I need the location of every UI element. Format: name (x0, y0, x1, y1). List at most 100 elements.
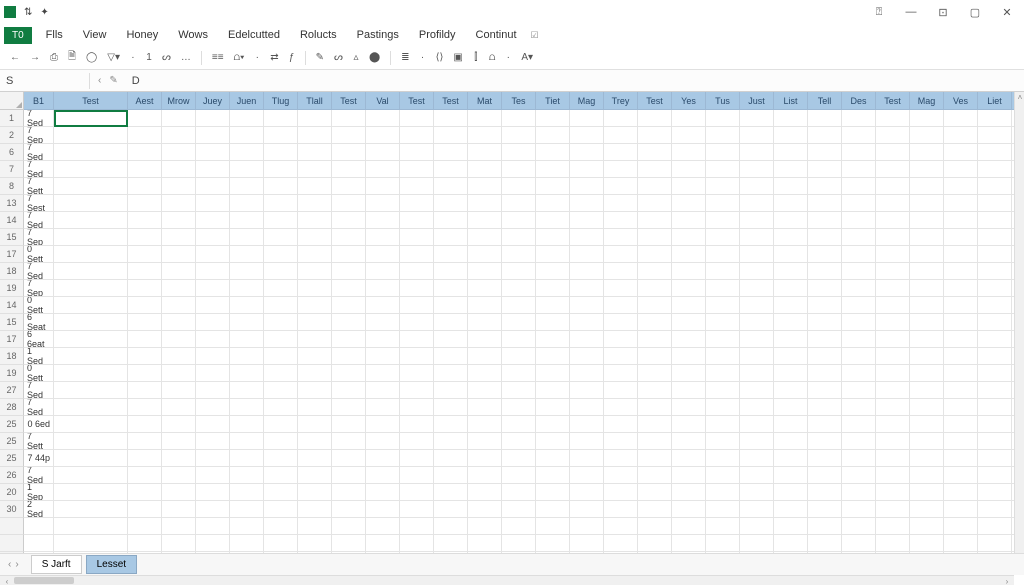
column-header[interactable]: Tus (706, 92, 740, 110)
cell[interactable] (502, 161, 536, 178)
cell[interactable] (54, 195, 128, 212)
toolbar-button[interactable]: A▾ (519, 51, 535, 64)
cell[interactable] (672, 195, 706, 212)
cell[interactable] (366, 399, 400, 416)
cell[interactable] (774, 348, 808, 365)
cell[interactable] (774, 195, 808, 212)
cell[interactable] (842, 314, 876, 331)
cell[interactable] (638, 144, 672, 161)
column-header[interactable]: Mat (468, 92, 502, 110)
cell[interactable] (264, 518, 298, 535)
cell[interactable] (162, 110, 196, 127)
cell[interactable] (842, 246, 876, 263)
cell[interactable] (366, 450, 400, 467)
cell[interactable] (502, 467, 536, 484)
cell[interactable] (162, 382, 196, 399)
vertical-scrollbar[interactable]: ˄ ˅ (1014, 92, 1024, 571)
cell[interactable] (298, 144, 332, 161)
cell[interactable] (366, 484, 400, 501)
cell[interactable] (128, 110, 162, 127)
cell[interactable] (332, 382, 366, 399)
cell[interactable]: 7 44p (24, 450, 54, 467)
cell[interactable] (468, 314, 502, 331)
cell[interactable] (740, 280, 774, 297)
cell[interactable] (54, 144, 128, 161)
cell[interactable] (604, 297, 638, 314)
cell[interactable] (842, 110, 876, 127)
cell[interactable] (604, 178, 638, 195)
cell[interactable] (740, 178, 774, 195)
cell[interactable] (366, 518, 400, 535)
cell[interactable] (672, 399, 706, 416)
column-header[interactable]: Mrow (162, 92, 196, 110)
column-header[interactable]: Juey (196, 92, 230, 110)
cell[interactable] (332, 484, 366, 501)
cell[interactable] (910, 246, 944, 263)
cell[interactable] (876, 110, 910, 127)
cell[interactable] (366, 382, 400, 399)
cell[interactable] (128, 348, 162, 365)
cell[interactable] (978, 416, 1012, 433)
cell[interactable] (332, 501, 366, 518)
cell[interactable] (434, 399, 468, 416)
cell[interactable] (944, 212, 978, 229)
cell[interactable] (808, 331, 842, 348)
row-header[interactable]: 15 (0, 314, 24, 331)
cell[interactable] (978, 467, 1012, 484)
cell[interactable] (740, 484, 774, 501)
cell[interactable] (672, 484, 706, 501)
row-header[interactable]: 14 (0, 212, 24, 229)
qat-icon-2[interactable]: ✦ (40, 7, 48, 18)
cell[interactable] (298, 212, 332, 229)
cell[interactable] (230, 161, 264, 178)
menu-item[interactable]: Profildy (409, 26, 466, 44)
cell[interactable] (400, 263, 434, 280)
user-icon[interactable]: ⍰ (866, 3, 892, 21)
cell[interactable] (230, 195, 264, 212)
cell[interactable] (706, 280, 740, 297)
cell[interactable] (128, 314, 162, 331)
cell[interactable] (434, 518, 468, 535)
cell[interactable] (128, 229, 162, 246)
cell[interactable] (570, 263, 604, 280)
cell[interactable] (536, 195, 570, 212)
cell[interactable] (808, 484, 842, 501)
cell[interactable] (162, 399, 196, 416)
cell[interactable]: 7 Sett (24, 178, 54, 195)
cell[interactable] (54, 484, 128, 501)
cell[interactable] (740, 518, 774, 535)
cell[interactable] (502, 348, 536, 365)
cell[interactable] (774, 382, 808, 399)
cell[interactable] (808, 348, 842, 365)
cell[interactable] (196, 280, 230, 297)
cell[interactable] (230, 433, 264, 450)
column-header[interactable]: Liet (978, 92, 1012, 110)
sheet-tab-active[interactable]: Lesset (86, 555, 137, 574)
column-header[interactable]: Tes (502, 92, 536, 110)
cell[interactable] (468, 110, 502, 127)
cell[interactable] (332, 178, 366, 195)
cell[interactable] (400, 229, 434, 246)
cell[interactable] (706, 484, 740, 501)
cell[interactable] (400, 314, 434, 331)
cell[interactable]: 7 Sed (24, 110, 54, 127)
cell[interactable] (502, 280, 536, 297)
cell[interactable] (332, 450, 366, 467)
cell[interactable] (740, 348, 774, 365)
cell[interactable] (604, 280, 638, 297)
cell[interactable] (502, 416, 536, 433)
cell[interactable] (264, 348, 298, 365)
cell[interactable] (24, 518, 54, 535)
cell[interactable] (502, 365, 536, 382)
cell[interactable] (774, 416, 808, 433)
cell[interactable] (808, 263, 842, 280)
cell[interactable] (434, 416, 468, 433)
cell[interactable] (468, 450, 502, 467)
cell[interactable] (196, 518, 230, 535)
cell[interactable] (264, 127, 298, 144)
cell[interactable]: 0 Sett (24, 246, 54, 263)
cell[interactable] (128, 484, 162, 501)
cell[interactable] (638, 433, 672, 450)
cell[interactable] (196, 246, 230, 263)
cell[interactable] (808, 110, 842, 127)
